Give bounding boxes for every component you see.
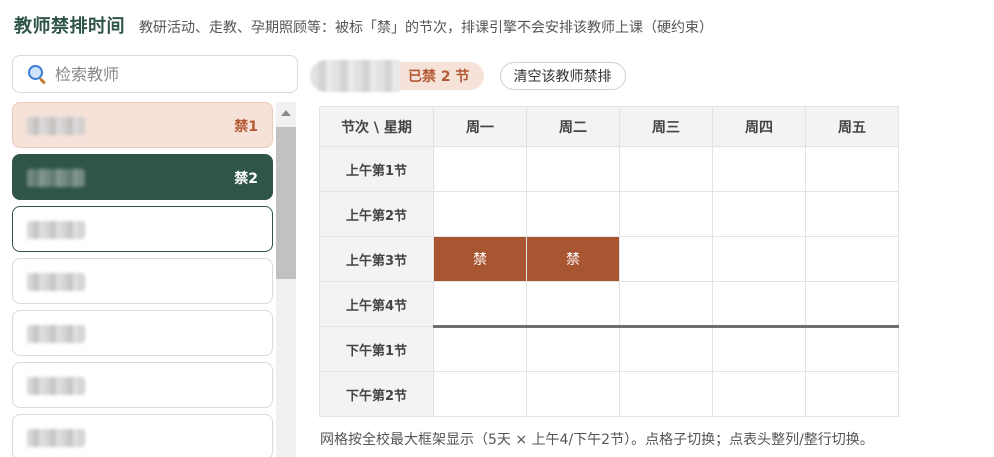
- teacher-name-blurred: [27, 221, 85, 239]
- grid-row: 下午第2节: [319, 371, 899, 417]
- teacher-name-blurred: [27, 169, 85, 187]
- schedule-cell[interactable]: [712, 326, 806, 372]
- period-header[interactable]: 下午第2节: [319, 371, 434, 417]
- schedule-cell[interactable]: [712, 236, 806, 282]
- teacher-list-item[interactable]: [12, 362, 273, 408]
- teacher-list-item[interactable]: [12, 310, 273, 356]
- grid-row: 上午第1节: [319, 146, 899, 192]
- teacher-search-box[interactable]: [12, 55, 298, 93]
- schedule-cell[interactable]: [619, 146, 713, 192]
- period-header[interactable]: 上午第3节: [319, 236, 434, 282]
- grid-row: 上午第2节: [319, 191, 899, 237]
- ban-count-pill: 已禁 2 节: [400, 62, 484, 90]
- teacher-name-blurred: [27, 377, 85, 395]
- grid-corner-header: 节次 \ 星期: [319, 106, 434, 147]
- schedule-cell[interactable]: [526, 326, 620, 372]
- schedule-cell[interactable]: [712, 281, 806, 328]
- schedule-cell[interactable]: [619, 326, 713, 372]
- grid-row: 上午第3节禁禁: [319, 236, 899, 282]
- page-description: 教研活动、走教、孕期照顾等：被标「禁」的节次，排课引擎不会安排该教师上课（硬约束…: [139, 20, 713, 36]
- period-header[interactable]: 上午第4节: [319, 281, 434, 327]
- schedule-cell[interactable]: [526, 281, 620, 328]
- schedule-cell[interactable]: [433, 326, 527, 372]
- page-title: 教师禁排时间: [14, 16, 125, 37]
- schedule-cell[interactable]: [433, 371, 527, 417]
- schedule-cell[interactable]: [526, 191, 620, 237]
- teacher-list-item[interactable]: 禁2: [12, 154, 273, 200]
- teacher-search-input[interactable]: [55, 64, 285, 84]
- teacher-list-item[interactable]: [12, 206, 273, 252]
- teacher-list-scrollbar[interactable]: [276, 102, 296, 457]
- period-header[interactable]: 上午第2节: [319, 191, 434, 237]
- schedule-cell[interactable]: [712, 371, 806, 417]
- clear-teacher-bans-button[interactable]: 清空该教师禁排: [499, 62, 626, 90]
- teacher-list-item[interactable]: 禁1: [12, 102, 273, 148]
- schedule-cell[interactable]: [712, 146, 806, 192]
- schedule-cell[interactable]: [805, 236, 899, 282]
- grid-row: 上午第4节: [319, 281, 899, 328]
- grid-row: 下午第1节: [319, 326, 899, 372]
- selected-teacher-name-blurred: [310, 60, 400, 92]
- ban-schedule-grid: 节次 \ 星期 周一 周二 周三 周四 周五 上午第1节 上午第2节 上午第3节禁禁…: [319, 106, 899, 417]
- teacher-list-item[interactable]: [12, 258, 273, 304]
- teacher-name-blurred: [27, 325, 85, 343]
- day-header[interactable]: 周五: [805, 106, 899, 147]
- teacher-list-item[interactable]: [12, 414, 273, 457]
- scroll-up-arrow-icon[interactable]: [281, 110, 291, 116]
- period-header[interactable]: 下午第1节: [319, 326, 434, 372]
- schedule-cell[interactable]: [805, 146, 899, 192]
- ban-count-badge: 禁1: [234, 119, 258, 135]
- schedule-cell[interactable]: 禁: [433, 236, 527, 282]
- schedule-cell[interactable]: 禁: [526, 236, 620, 282]
- page-header: 教师禁排时间 教研活动、走教、孕期照顾等：被标「禁」的节次，排课引擎不会安排该教…: [14, 12, 713, 40]
- schedule-cell[interactable]: [619, 281, 713, 328]
- day-header[interactable]: 周四: [712, 106, 806, 147]
- grid-header-row: 节次 \ 星期 周一 周二 周三 周四 周五: [319, 106, 899, 147]
- grid-footnote: 网格按全校最大框架显示（5天 × 上午4/下午2节）。点格子切换；点表头整列/整…: [320, 432, 874, 448]
- day-header[interactable]: 周二: [526, 106, 620, 147]
- schedule-cell[interactable]: [712, 191, 806, 237]
- day-header[interactable]: 周三: [619, 106, 713, 147]
- schedule-cell[interactable]: [805, 191, 899, 237]
- search-icon: [27, 64, 47, 84]
- schedule-cell[interactable]: [619, 371, 713, 417]
- teacher-name-blurred: [27, 429, 85, 447]
- schedule-cell[interactable]: [526, 371, 620, 417]
- teacher-name-blurred: [27, 273, 85, 291]
- schedule-cell[interactable]: [805, 326, 899, 372]
- schedule-cell[interactable]: [619, 236, 713, 282]
- schedule-cell[interactable]: [805, 371, 899, 417]
- schedule-cell[interactable]: [433, 191, 527, 237]
- period-header[interactable]: 上午第1节: [319, 146, 434, 192]
- teacher-list: 禁1 禁2: [12, 102, 274, 457]
- schedule-cell[interactable]: [526, 146, 620, 192]
- schedule-cell[interactable]: [433, 281, 527, 328]
- day-header[interactable]: 周一: [433, 106, 527, 147]
- schedule-cell[interactable]: [433, 146, 527, 192]
- teacher-name-blurred: [27, 117, 85, 135]
- schedule-cell[interactable]: [619, 191, 713, 237]
- ban-count-badge: 禁2: [234, 171, 258, 187]
- teacher-toolbar: 已禁 2 节 清空该教师禁排: [310, 60, 626, 92]
- schedule-cell[interactable]: [805, 281, 899, 328]
- scrollbar-thumb[interactable]: [276, 127, 296, 279]
